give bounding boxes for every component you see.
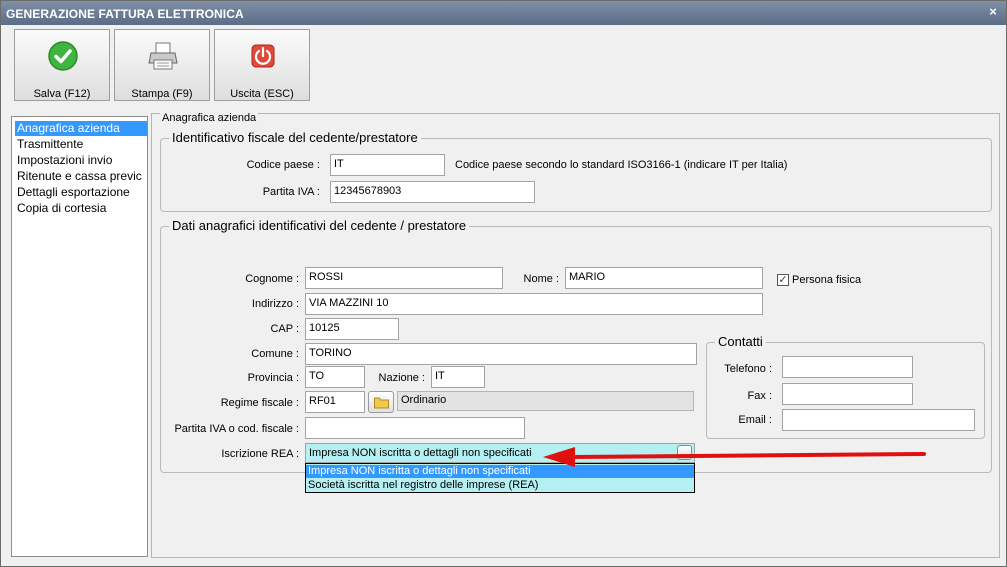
fiscal-group: Identificativo fiscale del cedente/prest…: [160, 130, 992, 212]
registry-group-title: Dati anagrafici identificativi del ceden…: [169, 218, 470, 233]
rea-dropdown: Impresa NON iscritta o dettagli non spec…: [305, 463, 695, 493]
city-field[interactable]: TORINO: [305, 343, 697, 365]
close-icon[interactable]: ×: [984, 3, 1002, 21]
contacts-group-title: Contatti: [715, 334, 766, 349]
email-label: Email :: [738, 414, 772, 426]
rea-label: Iscrizione REA :: [221, 448, 299, 460]
person-label: Persona fisica: [792, 274, 862, 286]
province-label: Provincia :: [247, 372, 299, 384]
email-field[interactable]: [782, 409, 975, 431]
cap-label: CAP :: [270, 323, 299, 335]
fax-field[interactable]: [782, 383, 913, 405]
window-title: GENERAZIONE FATTURA ELETTRONICA: [6, 7, 244, 21]
address-field[interactable]: VIA MAZZINI 10: [305, 293, 763, 315]
title-bar: GENERAZIONE FATTURA ELETTRONICA ×: [1, 1, 1006, 25]
phone-label: Telefono :: [724, 363, 772, 375]
address-label: Indirizzo :: [251, 298, 299, 310]
city-label: Comune :: [251, 348, 299, 360]
surname-label: Cognome :: [245, 273, 299, 285]
regime-label: Regime fiscale :: [220, 397, 299, 409]
vat-cf-field[interactable]: [305, 417, 525, 439]
exit-label: Uscita (ESC): [230, 88, 294, 100]
printer-icon: [148, 42, 178, 70]
invoice-window: GENERAZIONE FATTURA ELETTRONICA × Salva …: [0, 0, 1007, 567]
annotation-arrow-icon: [543, 447, 926, 467]
sidebar-item-impostazioni[interactable]: Impostazioni invio: [15, 153, 147, 168]
folder-icon: [374, 397, 389, 409]
phone-field[interactable]: [782, 356, 913, 378]
country-field[interactable]: IT: [330, 154, 445, 176]
rea-option-registered[interactable]: Società iscritta nel registro delle impr…: [306, 479, 694, 492]
nation-field[interactable]: IT: [431, 366, 485, 388]
sidebar-item-trasmittente[interactable]: Trasmittente: [15, 137, 147, 152]
vat-field[interactable]: 12345678903: [330, 181, 535, 203]
regime-code-field[interactable]: RF01: [305, 391, 365, 413]
regime-desc-field: Ordinario: [397, 391, 694, 411]
exit-button[interactable]: Uscita (ESC): [214, 29, 310, 101]
fiscal-group-title: Identificativo fiscale del cedente/prest…: [169, 130, 421, 145]
name-field[interactable]: MARIO: [565, 267, 763, 289]
sidebar-item-esportazione[interactable]: Dettagli esportazione: [15, 185, 147, 200]
country-label: Codice paese :: [246, 159, 320, 171]
vat-label: Partita IVA :: [262, 186, 320, 198]
print-label: Stampa (F9): [131, 88, 193, 100]
check-icon: [48, 41, 78, 71]
country-hint: Codice paese secondo lo standard ISO3166…: [455, 159, 788, 171]
sidebar-item-anagrafica[interactable]: Anagrafica azienda: [15, 121, 147, 136]
save-label: Salva (F12): [33, 88, 91, 100]
main-legend: Anagrafica azienda: [160, 112, 259, 124]
vat-cf-label: Partita IVA o cod. fiscale :: [174, 423, 299, 435]
fax-label: Fax :: [747, 390, 772, 402]
sidebar-item-ritenute[interactable]: Ritenute e cassa previc: [15, 169, 147, 184]
person-checkbox[interactable]: ✓: [777, 274, 789, 286]
section-list: Anagrafica azienda Trasmittente Impostaz…: [11, 116, 148, 557]
regime-lookup-button[interactable]: [368, 391, 394, 413]
save-button[interactable]: Salva (F12): [14, 29, 110, 101]
cap-field[interactable]: 10125: [305, 318, 399, 340]
print-button[interactable]: Stampa (F9): [114, 29, 210, 101]
sidebar-item-cortesia[interactable]: Copia di cortesia: [15, 201, 147, 216]
power-icon: [251, 44, 275, 68]
nation-label: Nazione :: [378, 372, 425, 384]
province-field[interactable]: TO: [305, 366, 365, 388]
rea-select-value: Impresa NON iscritta o dettagli non spec…: [309, 447, 532, 459]
name-label: Nome :: [523, 273, 559, 285]
surname-field[interactable]: ROSSI: [305, 267, 503, 289]
